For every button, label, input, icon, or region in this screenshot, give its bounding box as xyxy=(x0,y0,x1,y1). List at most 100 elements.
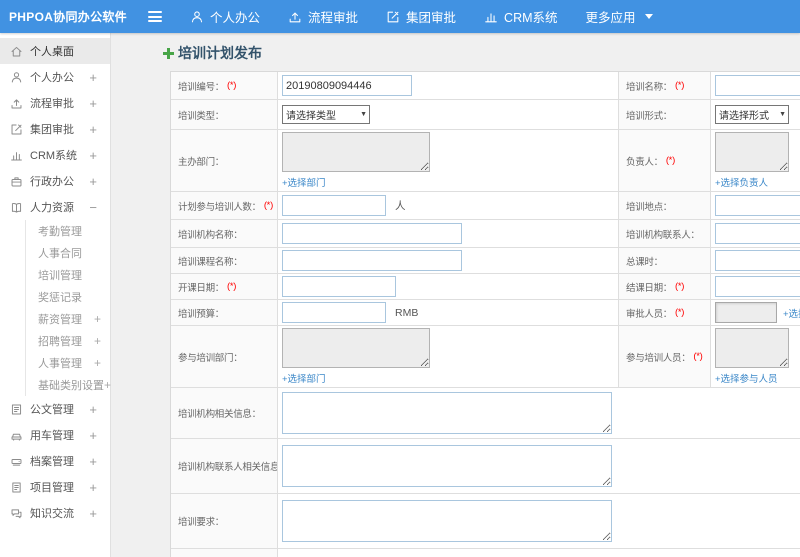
sidebar-item-label: 项目管理 xyxy=(30,482,74,494)
approvers-required-mark: (*) xyxy=(675,307,685,318)
plus-icon xyxy=(163,47,174,59)
sidebar-item-vehicle[interactable]: 用车管理 + xyxy=(0,422,110,448)
topnav-item-group-approval[interactable]: 集团审批 xyxy=(372,0,470,33)
share-icon xyxy=(288,10,302,24)
org-contact-input[interactable] xyxy=(715,223,800,244)
budget-input[interactable] xyxy=(282,302,386,323)
home-icon xyxy=(10,45,23,58)
form-row: 培训预算： RMB 审批人员：(*) +选择审批人员 xyxy=(171,300,800,326)
org-contact-info-field-cell xyxy=(278,439,800,493)
user-icon xyxy=(190,10,204,24)
sidebar-item-label: 奖惩记录 xyxy=(38,292,82,304)
training-form-label-cell: 培训形式： xyxy=(619,100,711,129)
chat-icon xyxy=(10,507,23,520)
training-location-input[interactable] xyxy=(715,195,800,216)
org-info-label: 培训机构相关信息： xyxy=(178,409,261,420)
expand-plus-icon: + xyxy=(89,69,97,85)
top-nav: 个人办公 流程审批 集团审批 CRM系统 更多应用 xyxy=(176,0,667,33)
total-hours-input[interactable] xyxy=(715,250,800,271)
participating-people-textarea[interactable] xyxy=(715,328,789,368)
host-department-label-cell: 主办部门： xyxy=(171,130,278,191)
org-name-input[interactable] xyxy=(282,223,462,244)
menu-icon[interactable] xyxy=(140,0,170,33)
select-caret-icon: ▼ xyxy=(360,111,367,118)
form-row: 培训机构相关信息： xyxy=(171,388,800,439)
training-form-select[interactable]: 请选择形式 ▼ xyxy=(715,105,789,124)
sidebar-item-knowledge[interactable]: 知识交流 + xyxy=(0,500,110,526)
sidebar-subitem-personnel[interactable]: 人事管理 + xyxy=(26,352,110,374)
sidebar-subitem-salary[interactable]: 薪资管理 + xyxy=(26,308,110,330)
sidebar-subitem-training[interactable]: 培训管理 xyxy=(26,264,110,286)
topnav-item-personal-office[interactable]: 个人办公 xyxy=(176,0,274,33)
topnav-item-more-apps[interactable]: 更多应用 xyxy=(572,0,667,33)
expand-plus-icon: + xyxy=(93,312,101,326)
training-requirements-label: 培训要求： xyxy=(178,517,225,528)
sidebar-subtree: 考勤管理 人事合同 培训管理 奖惩记录 薪资管理 + 招聘管理 + 人事管理 + 基础类别设置 + xyxy=(25,220,111,396)
sidebar-subitem-rewards[interactable]: 奖惩记录 xyxy=(26,286,110,308)
sidebar-subitem-base-category[interactable]: 基础类别设置 + xyxy=(26,374,111,396)
select-caret-icon: ▼ xyxy=(779,111,786,118)
org-name-label: 培训机构名称： xyxy=(178,229,243,241)
end-date-label: 结课日期： xyxy=(626,282,673,294)
participating-departments-link[interactable]: +选择部门 xyxy=(282,371,430,385)
org-contact-info-textarea[interactable] xyxy=(282,445,612,487)
sidebar-item-workflow-approval[interactable]: 流程审批 + xyxy=(0,90,110,116)
participating-departments-label: 参与培训部门： xyxy=(178,352,243,364)
training-type-select[interactable]: 请选择类型 ▼ xyxy=(282,105,370,124)
end-date-field-cell xyxy=(711,274,800,299)
start-date-label-cell: 开课日期： (*) xyxy=(171,274,278,299)
sidebar-item-label: 人事合同 xyxy=(38,248,82,260)
sidebar-item-desktop[interactable]: 个人桌面 xyxy=(0,38,110,64)
approvers-link[interactable]: +选择审批人员 xyxy=(783,306,800,320)
topnav-item-workflow-approval[interactable]: 流程审批 xyxy=(274,0,372,33)
training-no-label: 培训编号： xyxy=(178,81,225,93)
sidebar-item-admin-office[interactable]: 行政办公 + xyxy=(0,168,110,194)
participating-people-link[interactable]: +选择参与人员 xyxy=(715,371,789,385)
host-department-link[interactable]: +选择部门 xyxy=(282,175,430,189)
sidebar-subitem-recruitment[interactable]: 招聘管理 + xyxy=(26,330,110,352)
sidebar-subitem-attendance[interactable]: 考勤管理 xyxy=(26,220,110,242)
sidebar-item-projects[interactable]: 项目管理 + xyxy=(0,474,110,500)
expand-plus-icon: + xyxy=(89,479,97,495)
planned-participants-input[interactable] xyxy=(282,195,386,216)
training-name-input[interactable] xyxy=(715,75,800,96)
training-type-selected-value: 请选择类型 xyxy=(286,111,336,122)
planned-participants-label: 计划参与培训人数： xyxy=(178,201,261,213)
training-name-required-mark: (*) xyxy=(675,80,685,91)
approvers-input[interactable] xyxy=(715,302,777,323)
participating-people-label: 参与培训人员： xyxy=(626,352,691,364)
person-in-charge-link[interactable]: +选择负责人 xyxy=(715,175,789,189)
sidebar-item-label: CRM系统 xyxy=(30,150,78,162)
training-no-input[interactable] xyxy=(282,75,412,96)
person-in-charge-textarea[interactable] xyxy=(715,132,789,172)
sidebar-item-archives[interactable]: 档案管理 + xyxy=(0,448,110,474)
form-row: 培训机构名称： 培训机构联系人： xyxy=(171,220,800,248)
expand-plus-icon: + xyxy=(89,121,97,137)
car-icon xyxy=(10,429,23,442)
person-in-charge-label-cell: 负责人： (*) xyxy=(619,130,711,191)
form-row: 培训类型： 请选择类型 ▼ 培训形式： 请选择形式 ▼ xyxy=(171,100,800,130)
planned-participants-unit-label: 人 xyxy=(395,200,406,212)
sidebar-item-documents[interactable]: 公文管理 + xyxy=(0,396,110,422)
training-requirements-field-cell xyxy=(278,494,800,548)
training-no-required-mark: (*) xyxy=(227,80,237,91)
clipboard-icon xyxy=(10,481,23,494)
sidebar-item-label: 招聘管理 xyxy=(38,336,82,348)
sidebar-item-group-approval[interactable]: 集团审批 + xyxy=(0,116,110,142)
training-requirements-textarea[interactable] xyxy=(282,500,612,542)
participating-people-field-cell: +选择参与人员 xyxy=(711,326,800,387)
doc-icon xyxy=(10,403,23,416)
host-department-label: 主办部门： xyxy=(178,156,225,168)
org-info-textarea[interactable] xyxy=(282,392,612,434)
course-name-input[interactable] xyxy=(282,250,462,271)
host-department-textarea[interactable] xyxy=(282,132,430,172)
start-date-input[interactable] xyxy=(282,276,396,297)
sidebar-item-personal-office[interactable]: 个人办公 + xyxy=(0,64,110,90)
sidebar-subitem-hr-contract[interactable]: 人事合同 xyxy=(26,242,110,264)
topnav-item-crm[interactable]: CRM系统 xyxy=(470,0,571,33)
end-date-input[interactable] xyxy=(715,276,800,297)
sidebar-item-hr[interactable]: 人力资源 − xyxy=(0,194,110,220)
participating-departments-textarea[interactable] xyxy=(282,328,430,368)
host-department-field-cell: +选择部门 xyxy=(278,130,619,191)
sidebar-item-crm[interactable]: CRM系统 + xyxy=(0,142,110,168)
